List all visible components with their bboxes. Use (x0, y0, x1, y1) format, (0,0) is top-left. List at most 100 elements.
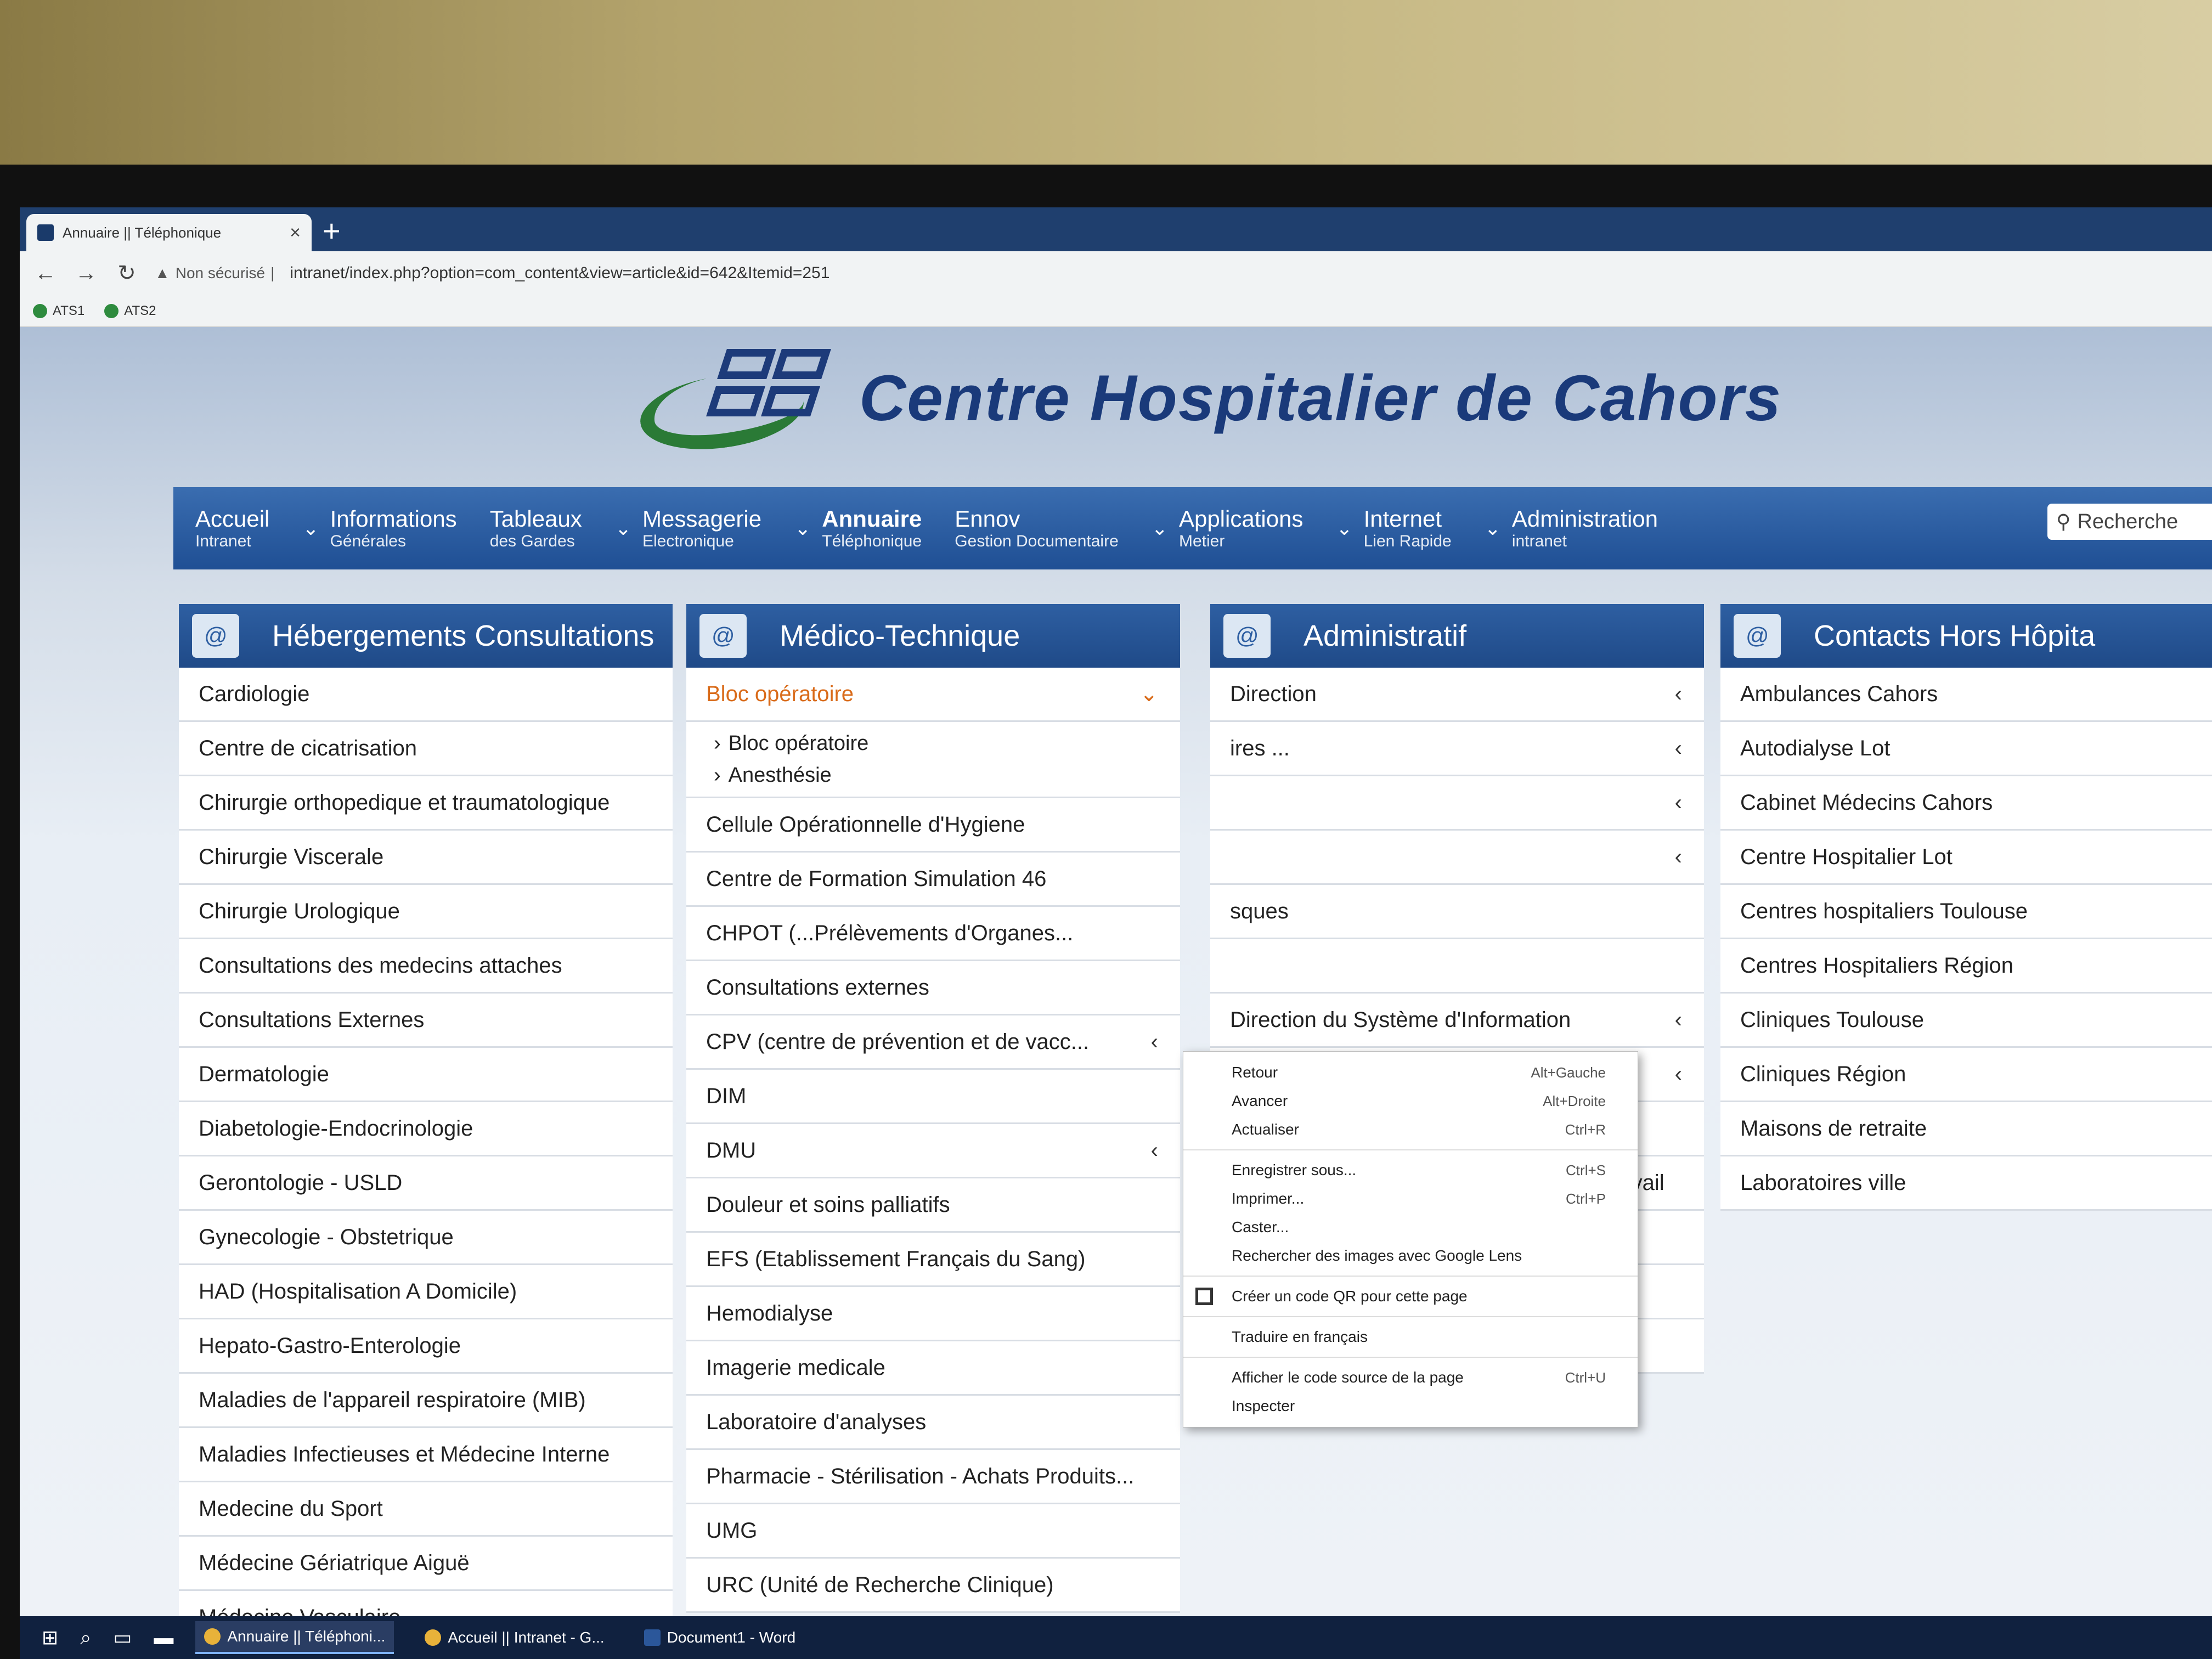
list-item[interactable]: Centre de Formation Simulation 46 (686, 853, 1180, 907)
list-item[interactable]: CHPOT (...Prélèvements d'Organes... (686, 907, 1180, 961)
list-item[interactable]: Chirurgie orthopedique et traumatologiqu… (179, 776, 673, 831)
menu-accueil[interactable]: Accueil Intranet (195, 506, 269, 551)
list-item[interactable]: Laboratoires ville (1720, 1156, 2212, 1211)
menu-internet[interactable]: ⌄ Internet Lien Rapide (1336, 506, 1451, 551)
list-item[interactable] (1210, 939, 1704, 994)
list-item[interactable]: Cliniques Région (1720, 1048, 2212, 1102)
context-menu-item[interactable]: Actualiser Ctrl+R (1183, 1115, 1638, 1144)
list-item[interactable]: Dermatologie (179, 1048, 673, 1102)
submenu-item[interactable]: › Anesthésie (714, 759, 1153, 791)
list-item[interactable]: Hepato-Gastro-Enterologie (179, 1319, 673, 1374)
close-tab-icon[interactable]: × (290, 222, 301, 244)
menu-tableaux[interactable]: Tableaux des Gardes (490, 506, 582, 551)
list-item[interactable]: Direction ‹ (1210, 668, 1704, 722)
list-item[interactable]: EFS (Etablissement Français du Sang) (686, 1233, 1180, 1287)
list-item[interactable]: Autodialyse Lot (1720, 722, 2212, 776)
list-item[interactable]: Cellule Opérationnelle d'Hygiene (686, 798, 1180, 853)
chevron-down-icon: ⌄ (1139, 682, 1158, 706)
context-menu-item[interactable]: Traduire en français (1183, 1323, 1638, 1351)
list-item[interactable]: URC (Unité de Recherche Clinique) (686, 1559, 1180, 1613)
submenu-item[interactable]: › Bloc opératoire (714, 727, 1153, 759)
list-item[interactable]: Imagerie medicale (686, 1341, 1180, 1396)
context-menu: Retour Alt+Gauche Avancer Alt+Droite Actuali… (1183, 1051, 1638, 1427)
bookmark-ats2[interactable]: ATS2 (104, 303, 156, 319)
chevron-left-icon: ‹ (1674, 736, 1682, 760)
context-menu-item[interactable]: Enregistrer sous... Ctrl+S (1183, 1156, 1638, 1184)
url-field[interactable]: intranet/index.php?option=com_content&vi… (290, 264, 830, 283)
context-menu-item[interactable]: Afficher le code source de la page Ctrl+U (1183, 1363, 1638, 1392)
list-item[interactable]: DIM (686, 1070, 1180, 1124)
reload-icon[interactable]: ↻ (114, 261, 139, 286)
bookmark-ats1[interactable]: ATS1 (33, 303, 84, 319)
list-item[interactable]: Maladies de l'appareil respiratoire (MIB… (179, 1374, 673, 1428)
list-item-open[interactable]: Bloc opératoire ⌄ (686, 668, 1180, 722)
list-item[interactable]: Chirurgie Urologique (179, 885, 673, 939)
list-item[interactable]: Direction du Système d'Information ‹ (1210, 994, 1704, 1048)
new-tab-button[interactable]: + (323, 213, 341, 249)
browser-tab[interactable]: Annuaire || Téléphonique × (26, 214, 312, 251)
context-menu-item[interactable]: Caster... (1183, 1213, 1638, 1242)
list-item[interactable]: Consultations des medecins attaches (179, 939, 673, 994)
column-hebergements: Hébergements Consultations CardiologieCe… (179, 604, 673, 1645)
list-item[interactable]: Diabetologie-Endocrinologie (179, 1102, 673, 1156)
chevron-left-icon: ‹ (1674, 1062, 1682, 1086)
windows-start-icon[interactable]: ⊞ (42, 1626, 58, 1649)
list-item[interactable]: Gerontologie - USLD (179, 1156, 673, 1211)
list-item[interactable]: sques (1210, 885, 1704, 939)
list-item[interactable]: Pharmacie - Stérilisation - Achats Produ… (686, 1450, 1180, 1504)
list-item[interactable]: HAD (Hospitalisation A Domicile) (179, 1265, 673, 1319)
list-item[interactable]: Gynecologie - Obstetrique (179, 1211, 673, 1265)
search-icon[interactable]: ⌕ (80, 1626, 91, 1650)
menu-separator (1183, 1316, 1638, 1317)
hospital-logo[interactable] (635, 343, 832, 459)
contact-icon (699, 614, 747, 658)
folder-icon[interactable]: ▬ (154, 1626, 173, 1649)
list-item[interactable]: DMU ‹ (686, 1124, 1180, 1178)
list-item[interactable]: Chirurgie Viscerale (179, 831, 673, 885)
back-icon[interactable]: ← (33, 261, 58, 286)
taskbar-app[interactable]: Document1 - Word (635, 1621, 804, 1654)
chevron-left-icon: ‹ (1150, 1138, 1158, 1163)
taskbar-app[interactable]: Annuaire || Téléphoni... (195, 1621, 394, 1654)
list-item[interactable]: Ambulances Cahors (1720, 668, 2212, 722)
menu-applications[interactable]: ⌄ Applications Metier (1152, 506, 1304, 551)
list-item[interactable]: Centres hospitaliers Toulouse (1720, 885, 2212, 939)
list-item[interactable]: Centre Hospitalier Lot (1720, 831, 2212, 885)
menu-administration[interactable]: ⌄ Administration intranet (1485, 506, 1658, 551)
list-item[interactable]: Maladies Infectieuses et Médecine Intern… (179, 1428, 673, 1482)
list-item[interactable]: Maisons de retraite (1720, 1102, 2212, 1156)
forward-icon[interactable]: → (74, 261, 99, 286)
context-menu-item[interactable]: Imprimer... Ctrl+P (1183, 1184, 1638, 1213)
menu-messagerie[interactable]: ⌄ Messagerie Electronique (615, 506, 761, 551)
list-item[interactable]: Hemodialyse (686, 1287, 1180, 1341)
list-item[interactable]: Cardiologie (179, 668, 673, 722)
context-menu-item[interactable]: Rechercher des images avec Google Lens (1183, 1242, 1638, 1270)
menu-annuaire[interactable]: ⌄ Annuaire Téléphonique (794, 506, 922, 551)
context-menu-item[interactable]: Retour Alt+Gauche (1183, 1058, 1638, 1087)
list-item[interactable]: Consultations externes (686, 961, 1180, 1015)
task-view-icon[interactable]: ▭ (113, 1626, 132, 1649)
context-menu-item[interactable]: Avancer Alt+Droite (1183, 1087, 1638, 1115)
list-item[interactable]: Centre de cicatrisation (179, 722, 673, 776)
list-item[interactable]: Medecine du Sport (179, 1482, 673, 1537)
context-menu-item[interactable]: Inspecter (1183, 1392, 1638, 1420)
menu-ennov[interactable]: Ennov Gestion Documentaire (955, 506, 1118, 551)
list-item[interactable]: Médecine Gériatrique Aiguë (179, 1537, 673, 1591)
list-item[interactable]: UMG (686, 1504, 1180, 1559)
context-menu-item[interactable]: Créer un code QR pour cette page (1183, 1282, 1638, 1311)
list-item[interactable]: Centres Hospitaliers Région (1720, 939, 2212, 994)
list-item[interactable]: ‹ (1210, 776, 1704, 831)
list-item[interactable]: CPV (centre de prévention et de vacc... ‹ (686, 1015, 1180, 1070)
list-item[interactable]: Consultations Externes (179, 994, 673, 1048)
list-item[interactable]: ires ... ‹ (1210, 722, 1704, 776)
list-item[interactable]: Cliniques Toulouse (1720, 994, 2212, 1048)
menu-informations[interactable]: ⌄ Informations Générales (302, 506, 456, 551)
list-item[interactable]: Laboratoire d'analyses (686, 1396, 1180, 1450)
search-box[interactable]: ⚲ Recherche (2047, 504, 2212, 540)
list-item[interactable]: Douleur et soins palliatifs (686, 1178, 1180, 1233)
column-header: Médico-Technique (686, 604, 1180, 668)
list-item[interactable]: Cabinet Médecins Cahors (1720, 776, 2212, 831)
taskbar-app[interactable]: Accueil || Intranet - G... (416, 1621, 613, 1654)
security-indicator[interactable]: ▲ Non sécurisé | (155, 264, 274, 282)
list-item[interactable]: ‹ (1210, 831, 1704, 885)
